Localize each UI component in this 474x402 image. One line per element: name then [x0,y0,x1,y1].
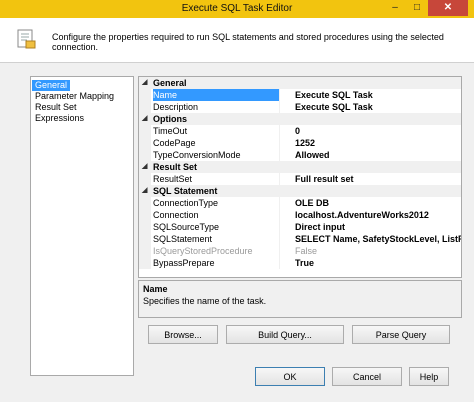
close-button[interactable]: ✕ [428,0,468,16]
property-name: ResultSet [153,173,280,185]
window-controls: – □ ✕ [384,0,468,18]
row-gutter [139,173,151,185]
property-row-connectiontype[interactable]: ConnectionType OLE DB [139,197,461,209]
nav-item-label: General [32,80,71,91]
property-name: IsQueryStoredProcedure [153,245,280,257]
property-value[interactable]: True [295,257,461,269]
category-label: SQL Statement [153,186,218,196]
collapse-icon[interactable]: ◢ [142,185,147,197]
property-name: BypassPrepare [153,257,280,269]
property-value[interactable]: Execute SQL Task [295,89,461,101]
property-value[interactable]: Allowed [295,149,461,161]
category-options[interactable]: ◢ Options [139,113,461,125]
property-row-bypassprepare[interactable]: BypassPrepare True [139,257,461,269]
browse-button[interactable]: Browse... [148,325,218,344]
property-row-resultset[interactable]: ResultSet Full result set [139,173,461,185]
row-gutter [139,149,151,161]
row-gutter [139,137,151,149]
row-gutter [139,101,151,113]
sql-task-icon [17,29,36,49]
property-row-codepage[interactable]: CodePage 1252 [139,137,461,149]
property-row-isquerystoredprocedure: IsQueryStoredProcedure False [139,245,461,257]
property-row-connection[interactable]: Connection localhost.AdventureWorks2012 [139,209,461,221]
property-grid: ◢ General Name Execute SQL Task Descript… [138,76,462,278]
property-name: SQLSourceType [153,221,280,233]
editor-header: Configure the properties required to run… [0,18,474,63]
property-value[interactable]: SELECT Name, SafetyStockLevel, ListPrice… [295,233,461,245]
parse-query-button[interactable]: Parse Query [352,325,450,344]
property-row-description[interactable]: Description Execute SQL Task [139,101,461,113]
property-value: False [295,246,318,256]
row-gutter [139,89,151,101]
property-value[interactable]: Execute SQL Task [295,101,461,113]
cancel-button[interactable]: Cancel [332,367,402,386]
property-name: CodePage [153,137,280,149]
property-value[interactable]: Full result set [295,173,461,185]
row-gutter [139,257,151,269]
property-name: ConnectionType [153,197,280,209]
help-button[interactable]: Help [409,367,449,386]
property-value[interactable]: 0 [295,125,461,137]
row-gutter [139,209,151,221]
property-value[interactable]: OLE DB [295,197,461,209]
property-name: Name [153,89,280,101]
collapse-icon[interactable]: ◢ [142,113,147,125]
maximize-button[interactable]: □ [406,0,428,16]
property-name: TimeOut [153,125,280,137]
property-row-name[interactable]: Name Execute SQL Task [139,89,461,101]
ok-button[interactable]: OK [255,367,325,386]
property-name: TypeConversionMode [153,149,280,161]
help-title: Name [143,284,168,294]
category-result-set[interactable]: ◢ Result Set [139,161,461,173]
header-description: Configure the properties required to run… [52,32,444,52]
property-row-typeconversionmode[interactable]: TypeConversionMode Allowed [139,149,461,161]
property-value[interactable]: Direct input [295,221,461,233]
category-general[interactable]: ◢ General [139,77,461,89]
row-gutter [139,221,151,233]
property-name: Description [153,101,280,113]
property-row-sqlsourcetype[interactable]: SQLSourceType Direct input [139,221,461,233]
property-row-timeout[interactable]: TimeOut 0 [139,125,461,137]
title-bar: Execute SQL Task Editor – □ ✕ [0,0,474,18]
collapse-icon[interactable]: ◢ [142,161,147,173]
nav-item-general[interactable]: General [31,80,133,91]
minimize-button[interactable]: – [384,0,406,16]
category-label: Result Set [153,162,198,172]
nav-item-result-set[interactable]: Result Set [31,102,133,113]
help-text: Specifies the name of the task. [143,296,267,306]
property-help-panel: Name Specifies the name of the task. [138,280,462,318]
category-label: Options [153,114,187,124]
nav-item-expressions[interactable]: Expressions [31,113,133,124]
row-gutter [139,245,151,257]
category-label: General [153,78,187,88]
nav-item-parameter-mapping[interactable]: Parameter Mapping [31,91,133,102]
row-gutter [139,125,151,137]
row-gutter [139,197,151,209]
build-query-button[interactable]: Build Query... [226,325,344,344]
property-value[interactable]: 1252 [295,137,461,149]
navigation-list: General Parameter Mapping Result Set Exp… [30,76,134,376]
property-name: SQLStatement [153,233,280,245]
property-name: Connection [153,209,280,221]
category-sql-statement[interactable]: ◢ SQL Statement [139,185,461,197]
property-value[interactable]: localhost.AdventureWorks2012 [295,209,461,221]
row-gutter [139,233,151,245]
collapse-icon[interactable]: ◢ [142,77,147,89]
property-row-sqlstatement[interactable]: SQLStatement SELECT Name, SafetyStockLev… [139,233,461,245]
